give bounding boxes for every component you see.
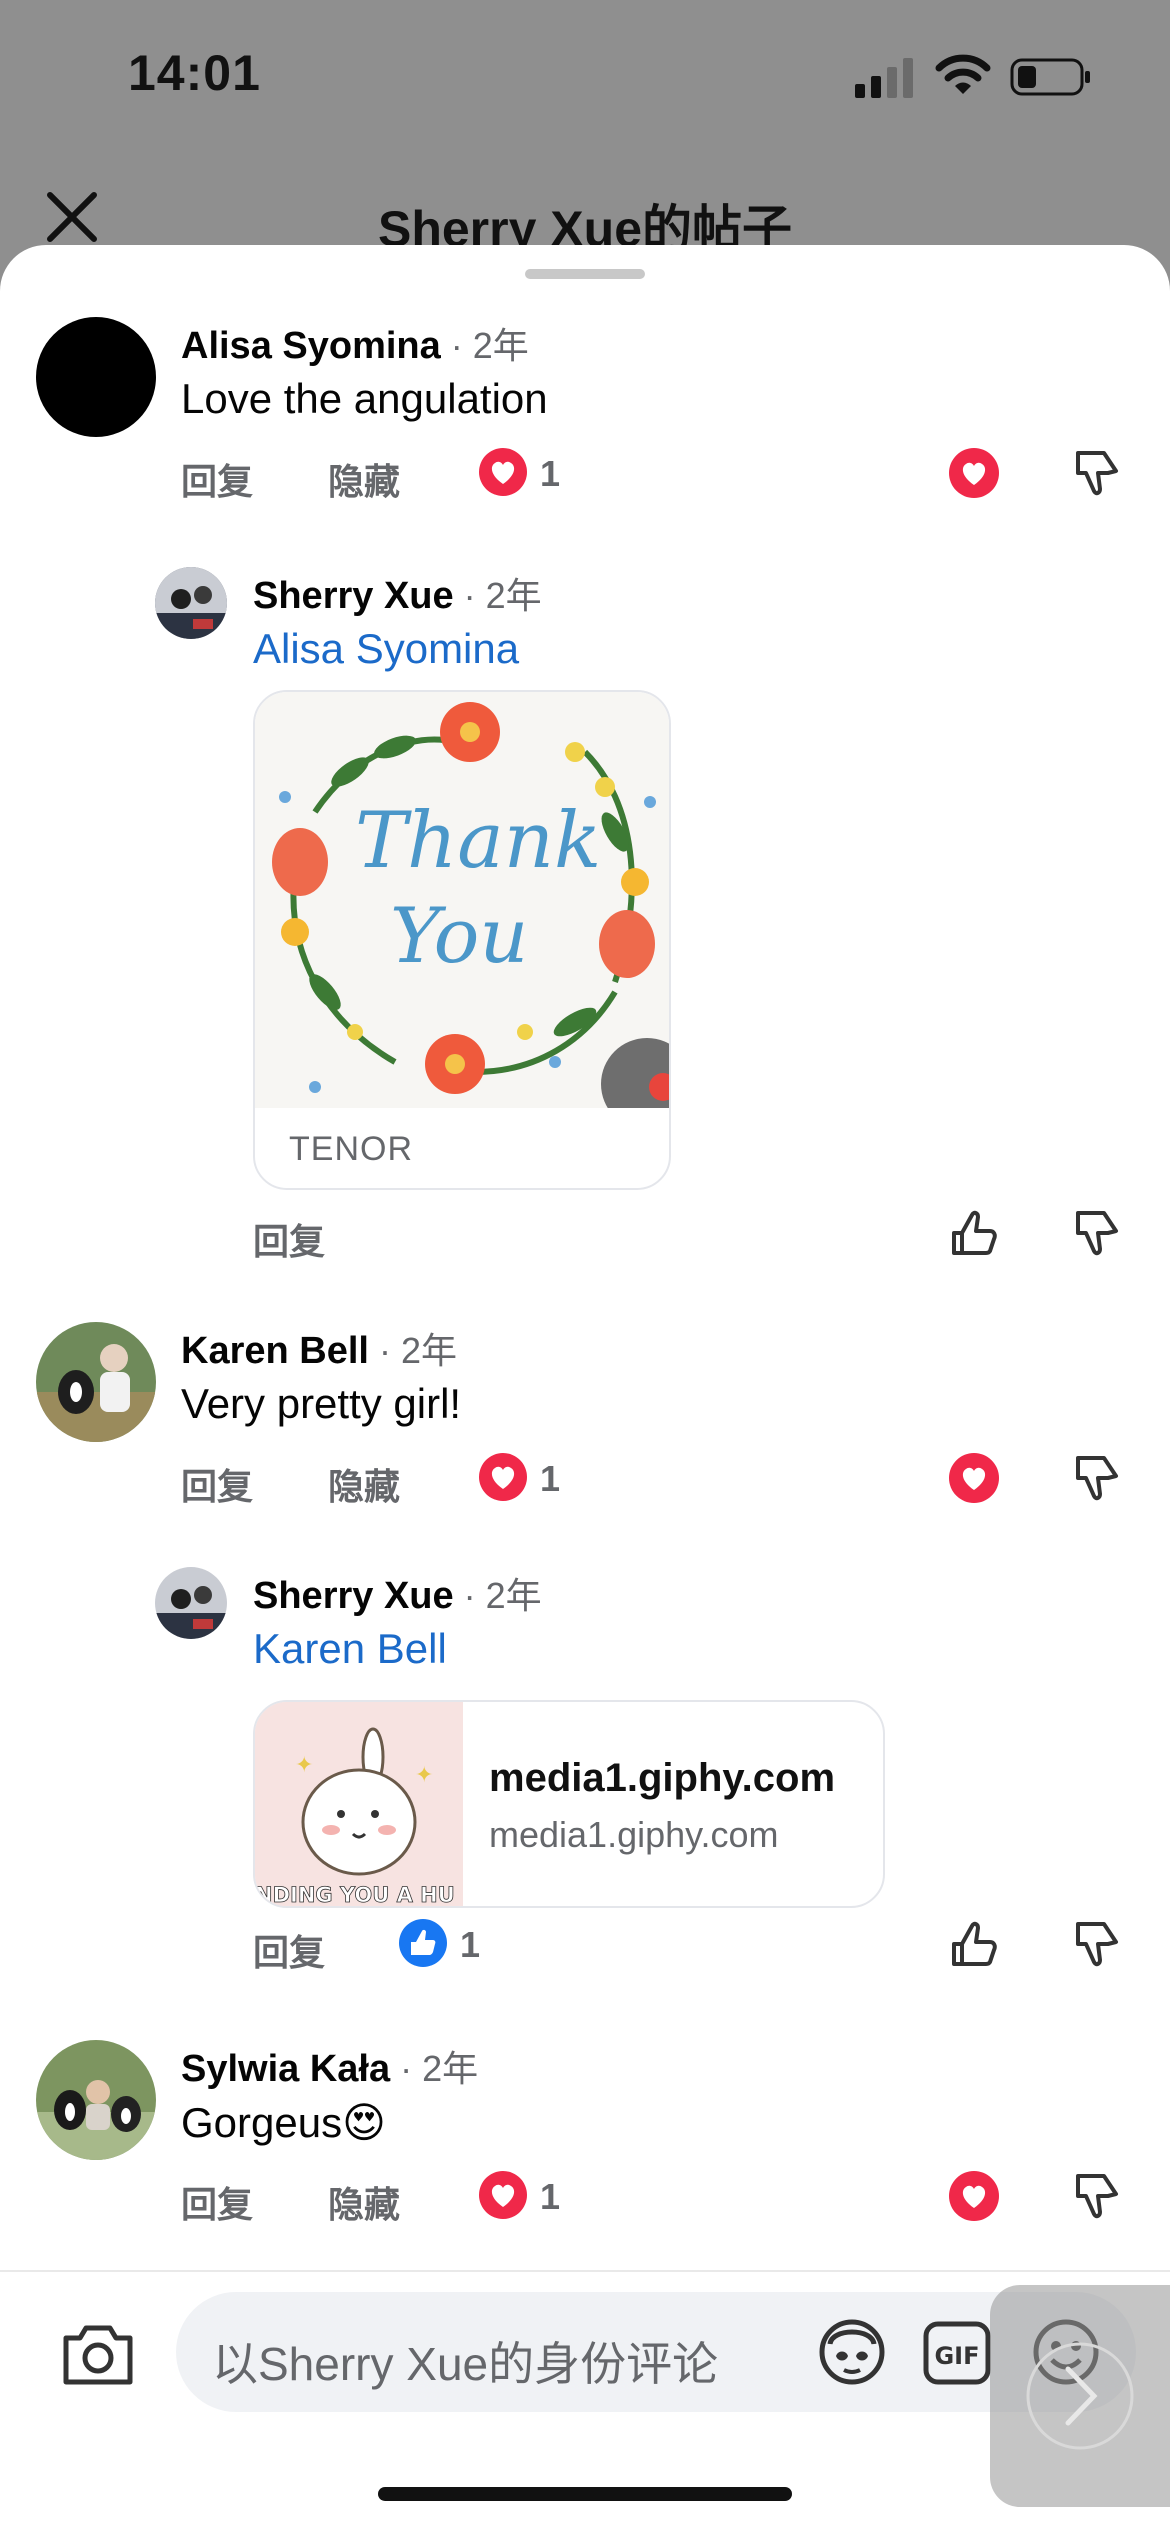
avatar-image	[155, 567, 227, 639]
gif-icon-label: GIF	[934, 2342, 979, 2370]
gif-source-label: TENOR	[289, 1130, 413, 1168]
thumbs-down-icon[interactable]	[1070, 1450, 1126, 1506]
mention-link[interactable]: Alisa Syomina	[253, 625, 519, 673]
thumb-caption: NDING YOU A HU	[255, 1883, 455, 1907]
comment-time[interactable]: 2年	[486, 1575, 542, 1616]
heart-icon[interactable]	[946, 1450, 1002, 1506]
chevron-right-icon	[1026, 2342, 1134, 2450]
hide-button[interactable]: 隐藏	[328, 1458, 400, 1510]
thumbs-down-icon[interactable]	[1070, 2168, 1126, 2224]
thumbs-up-icon[interactable]	[946, 1205, 1002, 1261]
reaction-count[interactable]: 1	[540, 453, 560, 495]
thumbs-down-icon[interactable]	[1070, 445, 1126, 501]
comment-author[interactable]: Sherry Xue	[253, 575, 454, 617]
link-attachment[interactable]: ✦ ✦ NDING YOU A HU media1.giphy.com medi…	[253, 1700, 885, 1908]
send-button-overlay[interactable]	[990, 2285, 1170, 2507]
avatar[interactable]	[36, 317, 156, 437]
comment-text: Gorgeus😍	[181, 2099, 386, 2146]
thumbs-up-icon[interactable]	[946, 1916, 1002, 1972]
thumbs-down-icon[interactable]	[1070, 1205, 1126, 1261]
reply-button[interactable]: 回复	[253, 1213, 325, 1265]
cellular-signal-icon	[855, 58, 913, 98]
camera-icon[interactable]	[60, 2320, 136, 2388]
reply-button[interactable]: 回复	[253, 1924, 325, 1976]
link-title: media1.giphy.com	[489, 1756, 836, 1800]
reply-button[interactable]: 回复	[181, 453, 253, 505]
bunny-image: ✦ ✦ NDING YOU A HU	[255, 1702, 463, 1907]
gif-attachment[interactable]: Thank You TENOR	[253, 690, 671, 1190]
home-indicator[interactable]	[378, 2487, 792, 2501]
avatar[interactable]	[36, 2040, 156, 2160]
hide-button[interactable]: 隐藏	[328, 453, 400, 505]
link-thumbnail: ✦ ✦ NDING YOU A HU	[255, 1702, 463, 1907]
heart-icon[interactable]	[946, 445, 1002, 501]
avatar[interactable]	[36, 1322, 156, 1442]
heart-icon[interactable]	[478, 447, 528, 497]
hide-button[interactable]: 隐藏	[328, 2176, 400, 2228]
comment-author[interactable]: Sylwia Kała	[181, 2048, 390, 2090]
gif-image-text-thank: Thank	[355, 796, 601, 886]
thank-you-gif-image: Thank You	[255, 692, 669, 1108]
comment-actions: 回复 隐藏 1	[0, 445, 1170, 505]
gif-image-text-you: You	[390, 891, 528, 980]
comment-actions: 回复 隐藏 1	[0, 1450, 1170, 1510]
thumbs-up-icon[interactable]	[398, 1918, 448, 1968]
battery-icon	[1010, 58, 1090, 96]
gif-icon[interactable]: GIF	[922, 2320, 992, 2386]
reaction-count[interactable]: 1	[460, 1924, 480, 1966]
comments-sheet[interactable]: Alisa Syomina · 2年 Love the angulation 回复 …	[0, 245, 1170, 2532]
comment-actions: 回复	[0, 1205, 1170, 1265]
avatar-image	[36, 1322, 156, 1442]
comment-time[interactable]: 2年	[473, 325, 529, 366]
avatar-image	[155, 1567, 227, 1639]
comment-text: Very pretty girl!	[181, 1380, 462, 1427]
comment-time[interactable]: 2年	[486, 575, 542, 616]
wifi-icon	[935, 54, 991, 94]
comment-actions: 回复 1	[0, 1916, 1170, 1976]
reply-button[interactable]: 回复	[181, 2176, 253, 2228]
svg-text:✦: ✦	[415, 1762, 433, 1787]
comment-time[interactable]: 2年	[422, 2048, 478, 2089]
comment-text: Love the angulation	[181, 375, 548, 422]
comment-item: Alisa Syomina · 2年 Love the angulation 回复 …	[0, 245, 1170, 505]
status-bar: 14:01	[0, 0, 1170, 150]
thumbs-down-icon[interactable]	[1070, 1916, 1126, 1972]
comment-author[interactable]: Karen Bell	[181, 1330, 369, 1372]
heart-icon[interactable]	[478, 1452, 528, 1502]
comment-author[interactable]: Sherry Xue	[253, 1575, 454, 1617]
avatar[interactable]	[155, 1567, 227, 1639]
avatar-sticker-icon[interactable]	[814, 2314, 890, 2390]
mention-link[interactable]: Karen Bell	[253, 1625, 447, 1673]
reaction-count[interactable]: 1	[540, 1458, 560, 1500]
comment-input-placeholder: 以Sherry Xue的身份评论	[212, 2338, 719, 2390]
comment-actions: 回复 隐藏 1	[0, 2168, 1170, 2228]
avatar-image	[36, 2040, 156, 2160]
status-time: 14:01	[128, 45, 261, 101]
reaction-count[interactable]: 1	[540, 2176, 560, 2218]
comment-time[interactable]: 2年	[401, 1330, 457, 1371]
comment-author[interactable]: Alisa Syomina	[181, 325, 441, 367]
heart-icon[interactable]	[946, 2168, 1002, 2224]
link-domain: media1.giphy.com	[489, 1814, 779, 1855]
reply-button[interactable]: 回复	[181, 1458, 253, 1510]
heart-icon[interactable]	[478, 2170, 528, 2220]
avatar[interactable]	[155, 567, 227, 639]
svg-text:✦: ✦	[295, 1752, 313, 1777]
